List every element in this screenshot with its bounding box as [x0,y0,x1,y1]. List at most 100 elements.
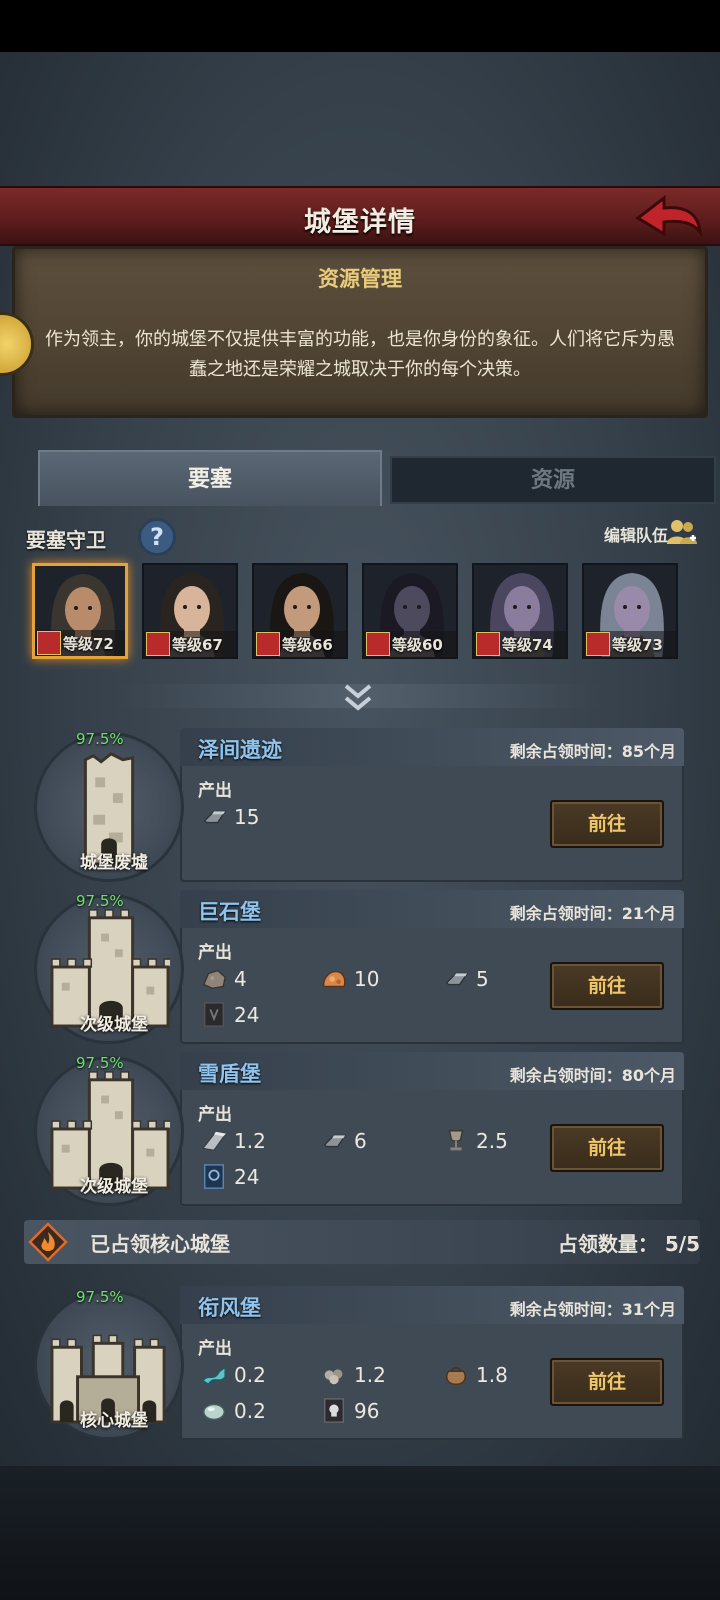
remaining-occupation-time: 剩余占领时间：21个月 [509,904,676,923]
stone-icon [202,969,226,990]
hero-level-text: 等级72 [63,635,114,653]
hero-level-badge: 等级74 [474,631,566,657]
hero-level-text: 等级60 [392,636,443,654]
hero-class-icon [366,632,390,656]
iron-bar-icon [323,1134,347,1148]
hero-portrait[interactable]: 等级72 [32,563,128,659]
intro-text: 作为领主，你的城堡不仅提供丰富的功能，也是你身份的象征。人们将它斥为愚蠢之地还是… [45,329,675,380]
intro-panel: 资源管理 作为领主，你的城堡不仅提供丰富的功能，也是你身份的象征。人们将它斥为愚… [12,246,708,418]
hero-class-icon [37,631,61,655]
go-button[interactable]: 前往 [550,1124,664,1172]
core-castle-section-bar: 已占领核心城堡 占领数量： 5/5 [24,1220,700,1264]
hero-class-icon [146,632,170,656]
core-section-title: 已占领核心城堡 [90,1232,230,1256]
resource-amount: 15 [234,805,260,829]
resource-amount: 6 [354,1129,367,1153]
castle-type-label: 城堡废墟 [80,853,148,873]
guard-section-title: 要塞守卫 [26,528,106,552]
hero-portrait[interactable]: 等级74 [472,563,568,659]
resource-amount: 96 [354,1399,380,1423]
resource-amount: 24 [234,1165,260,1189]
dark-banner-icon [204,1002,224,1027]
hero-portrait[interactable]: 等级60 [362,563,458,659]
back-arrow-icon[interactable] [634,192,704,244]
blue-banner-icon [204,1164,224,1189]
castle-integrity-percent: 97.5% [76,730,124,748]
remaining-occupation-time: 剩余占领时间：85个月 [509,742,676,761]
iron-bar-icon [203,810,227,824]
tab-resources[interactable]: 资源 [390,456,716,504]
bottom-area [0,1466,720,1600]
resource-amount: 10 [354,967,380,991]
tab-bar: 要塞 资源 [30,450,716,506]
resource-amount: 0.2 [234,1399,266,1423]
hero-level-text: 等级66 [282,636,333,654]
resource-amount: 1.8 [476,1363,508,1387]
hero-level-badge: 等级72 [35,630,125,656]
skull-banner-icon [324,1398,344,1423]
output-label: 产出 [198,1339,232,1359]
castle-name: 巨石堡 [198,900,261,924]
pouch-icon [446,1366,466,1385]
output-label: 产出 [198,781,232,801]
hero-level-badge: 等级73 [584,631,676,657]
hero-level-badge: 等级67 [144,631,236,657]
hero-portrait[interactable]: 等级73 [582,563,678,659]
castle-name: 泽间遗迹 [198,738,282,762]
goblet-icon [448,1130,464,1151]
resource-amount: 0.2 [234,1363,266,1387]
castle-card: 97.5% 城堡废墟 泽间遗迹 剩余占领时间：85个月 产出 前往 15 [30,728,690,882]
iron-bar-icon [445,972,469,986]
castle-integrity-percent: 97.5% [76,892,124,910]
hero-level-text: 等级74 [502,636,553,654]
go-button[interactable]: 前往 [550,800,664,848]
output-label: 产出 [198,1105,232,1125]
go-button[interactable]: 前往 [550,962,664,1010]
edit-team-button[interactable]: 编辑队伍 [604,522,668,546]
castle-card: 97.5% 核心城堡 衔风堡 剩余占领时间：31个月 产出 前往 0.2 1.2… [30,1286,690,1440]
hero-level-badge: 等级60 [364,631,456,657]
help-icon[interactable]: ? [138,518,176,556]
expand-chevron-icon[interactable] [340,680,376,714]
hero-portrait[interactable]: 等级67 [142,563,238,659]
tab-fortress[interactable]: 要塞 [38,450,382,506]
castle-integrity-percent: 97.5% [76,1288,124,1306]
moonstone-icon [203,1403,225,1421]
castle-type-label: 次级城堡 [80,1015,148,1035]
intro-title: 资源管理 [318,267,402,291]
castle-name: 衔风堡 [198,1296,261,1320]
header-bar: 城堡详情 [0,186,720,246]
cloth-icon [201,1366,226,1386]
hero-level-badge: 等级66 [254,631,346,657]
hero-class-icon [476,632,500,656]
resource-amount: 5 [476,967,489,991]
resource-amount: 1.2 [234,1129,266,1153]
resource-amount: 4 [234,967,247,991]
castle-integrity-percent: 97.5% [76,1054,124,1072]
castle-type-label: 核心城堡 [80,1411,148,1431]
hero-class-icon [256,632,280,656]
copper-ore-icon [323,970,346,988]
castle-type-label: 次级城堡 [80,1177,148,1197]
resource-amount: 1.2 [354,1363,386,1387]
hero-level-text: 等级67 [172,636,223,654]
gems-icon [324,1369,343,1385]
hero-class-icon [586,632,610,656]
remaining-occupation-time: 剩余占领时间：31个月 [509,1300,676,1319]
page-title: 城堡详情 [304,207,416,238]
castle-card: 97.5% 次级城堡 雪盾堡 剩余占领时间：80个月 产出 前往 1.2 6 2… [30,1052,690,1206]
fire-emblem-icon [28,1222,68,1262]
go-button[interactable]: 前往 [550,1358,664,1406]
hero-portrait[interactable]: 等级66 [252,563,348,659]
output-label: 产出 [198,943,232,963]
steel-bar-icon [201,1130,228,1152]
remaining-occupation-time: 剩余占领时间：80个月 [509,1066,676,1085]
edit-team-icon[interactable] [666,516,698,548]
resource-amount: 2.5 [476,1129,508,1153]
status-bar-area [0,0,720,52]
castle-name: 雪盾堡 [198,1062,261,1086]
core-occupy-count: 占领数量： 5/5 [557,1232,700,1256]
hero-level-text: 等级73 [612,636,663,654]
resource-amount: 24 [234,1003,260,1027]
castle-card: 97.5% 次级城堡 巨石堡 剩余占领时间：21个月 产出 前往 4 10 5 … [30,890,690,1044]
